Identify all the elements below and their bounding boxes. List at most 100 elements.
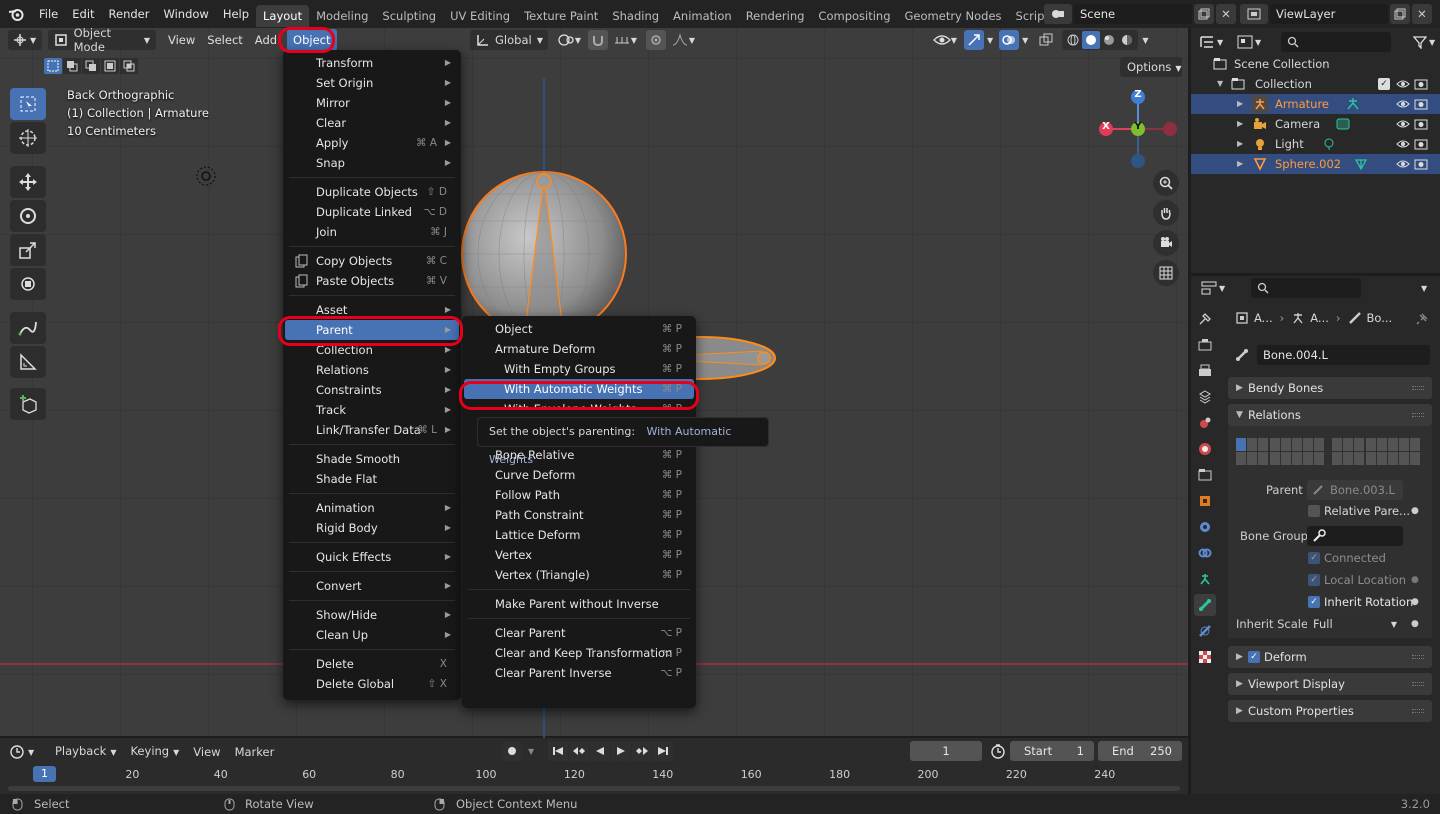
light-gizmo-icon[interactable] xyxy=(194,164,218,188)
armature-data-icon[interactable] xyxy=(1346,97,1360,111)
world-tab-icon[interactable] xyxy=(1194,438,1216,460)
parent-menu-item-vertex[interactable]: Vertex ⌘ P xyxy=(464,545,694,565)
eye-icon[interactable] xyxy=(1396,97,1410,111)
object-menu-item-duplicate-objects[interactable]: Duplicate Objects ⇧ D xyxy=(285,182,459,202)
relations-panel[interactable]: ▼ Relations xyxy=(1228,404,1432,426)
parent-menu-item-clear-parent[interactable]: Clear Parent ⌥ P xyxy=(464,623,694,643)
object-menu-item-set-origin[interactable]: Set Origin ▶ xyxy=(285,73,459,93)
bone-layer-toggle[interactable] xyxy=(1314,438,1325,451)
bone-layer-toggle[interactable] xyxy=(1258,452,1269,465)
object-menu-item-delete[interactable]: Delete X xyxy=(285,654,459,674)
parent-menu-item-with-empty-groups[interactable]: With Empty Groups ⌘ P xyxy=(464,359,694,379)
object-menu-item-link-transfer-data[interactable]: Link/Transfer Data ⌘ L ▶ xyxy=(285,420,459,440)
delete-scene-icon[interactable]: ✕ xyxy=(1216,4,1236,24)
tab-layout[interactable]: Layout xyxy=(256,5,310,27)
parent-field[interactable]: Bone.003.L xyxy=(1307,480,1403,500)
custom-properties-panel[interactable]: ▶ Custom Properties xyxy=(1228,700,1432,722)
object-tab-icon[interactable] xyxy=(1194,490,1216,512)
timeline-menu-view[interactable]: View xyxy=(186,742,227,762)
eye-icon[interactable] xyxy=(1396,117,1410,131)
bone-layer-toggle[interactable] xyxy=(1343,452,1354,465)
view-layer-icon[interactable] xyxy=(1240,4,1268,24)
pivot-point-icon[interactable]: ▼ xyxy=(554,30,584,50)
connected-checkbox[interactable]: ✓ Connected xyxy=(1308,551,1386,565)
filter-icon[interactable]: ▼ xyxy=(1413,32,1440,52)
parent-menu-item-clear-parent-inverse[interactable]: Clear Parent Inverse ⌥ P xyxy=(464,663,694,683)
outliner-editor-icon[interactable]: ▼ xyxy=(1199,32,1231,52)
render-camera-icon[interactable] xyxy=(1414,97,1428,111)
parent-menu-item-object[interactable]: Object ⌘ P xyxy=(464,319,694,339)
object-menu-item-apply[interactable]: Apply ⌘ A ▶ xyxy=(285,133,459,153)
timeline-editor-icon[interactable]: ▼ xyxy=(10,742,40,762)
light-data-icon[interactable] xyxy=(1322,137,1336,151)
bone-layers-grid-b[interactable] xyxy=(1332,438,1422,466)
select-invert-icon[interactable] xyxy=(101,58,119,74)
tab-modeling[interactable]: Modeling xyxy=(309,5,375,27)
object-menu-item-show-hide[interactable]: Show/Hide ▶ xyxy=(285,605,459,625)
object-menu-item-mirror[interactable]: Mirror ▶ xyxy=(285,93,459,113)
armature-data-tab-icon[interactable] xyxy=(1194,568,1216,590)
render-tab-icon[interactable] xyxy=(1194,334,1216,356)
texture-tab-icon[interactable] xyxy=(1194,646,1216,668)
menu-window[interactable]: Window xyxy=(156,0,215,28)
select-new-icon[interactable] xyxy=(44,58,62,74)
material-shading-icon[interactable] xyxy=(1100,31,1118,49)
expand-arrow-icon[interactable]: ▶ xyxy=(1237,114,1243,134)
pan-hand-icon[interactable] xyxy=(1153,200,1179,226)
bone-tab-icon[interactable] xyxy=(1194,594,1216,616)
menu-render[interactable]: Render xyxy=(102,0,157,28)
viewport-menu-view[interactable]: View xyxy=(162,29,201,51)
inherit-rotation-checkbox[interactable]: ✓ Inherit Rotation xyxy=(1308,595,1413,609)
bone-layer-toggle[interactable] xyxy=(1236,438,1246,451)
delete-view-layer-icon[interactable]: ✕ xyxy=(1412,4,1432,24)
display-mode-icon[interactable]: ▼ xyxy=(1237,32,1269,52)
view-layer-field[interactable]: ViewLayer xyxy=(1270,4,1388,24)
play-icon[interactable] xyxy=(611,741,632,761)
bone-group-field[interactable] xyxy=(1307,526,1403,546)
select-extend-icon[interactable] xyxy=(63,58,81,74)
view-layer-tab-icon[interactable] xyxy=(1194,386,1216,408)
object-menu-item-shade-flat[interactable]: Shade Flat xyxy=(285,469,459,489)
tab-geometry-nodes[interactable]: Geometry Nodes xyxy=(898,5,1009,27)
bone-layers-grid-a[interactable] xyxy=(1236,438,1326,466)
blender-logo-icon[interactable] xyxy=(8,0,28,28)
snap-icon[interactable] xyxy=(588,30,608,50)
timeline-scrollbar[interactable] xyxy=(8,786,1180,791)
eye-icon[interactable] xyxy=(1396,137,1410,151)
viewport-display-panel[interactable]: ▶ Viewport Display xyxy=(1228,673,1432,695)
output-tab-icon[interactable] xyxy=(1194,360,1216,382)
rendered-shading-icon[interactable] xyxy=(1118,31,1136,49)
inherit-scale-dropdown[interactable]: Full ▼ xyxy=(1307,614,1403,634)
playhead-frame-indicator[interactable]: 1 xyxy=(33,766,56,782)
object-menu-item-shade-smooth[interactable]: Shade Smooth xyxy=(285,449,459,469)
object-menu-item-animation[interactable]: Animation ▶ xyxy=(285,498,459,518)
jump-start-icon[interactable] xyxy=(548,741,569,761)
bone-layer-toggle[interactable] xyxy=(1236,452,1246,465)
overlays-toggle-icon[interactable] xyxy=(999,30,1020,50)
bone-layer-toggle[interactable] xyxy=(1388,452,1398,465)
modifier-tab-icon[interactable] xyxy=(1194,516,1216,538)
viewport-menu-select[interactable]: Select xyxy=(201,29,248,51)
expand-arrow-icon[interactable]: ▶ xyxy=(1237,154,1243,174)
outliner-item-light[interactable]: ▶ Light xyxy=(1191,134,1440,154)
bone-layer-toggle[interactable] xyxy=(1388,438,1398,451)
render-camera-icon[interactable] xyxy=(1414,137,1428,151)
bone-name-field[interactable]: Bone.004.L xyxy=(1257,345,1430,365)
start-frame-field[interactable]: Start 1 xyxy=(1010,741,1094,761)
parent-menu-item-vertex-triangle[interactable]: Vertex (Triangle) ⌘ P xyxy=(464,565,694,585)
collection-tab-icon[interactable] xyxy=(1194,464,1216,486)
bone-layer-toggle[interactable] xyxy=(1258,438,1269,451)
bone-layer-toggle[interactable] xyxy=(1292,452,1302,465)
snap-target-icon[interactable]: ▼ xyxy=(610,30,640,50)
bone-layer-toggle[interactable] xyxy=(1410,452,1421,465)
eye-icon[interactable] xyxy=(1396,157,1410,171)
object-menu-item-constraints[interactable]: Constraints ▶ xyxy=(285,380,459,400)
bone-layer-toggle[interactable] xyxy=(1303,452,1314,465)
bone-layer-toggle[interactable] xyxy=(1399,452,1410,465)
parent-menu-item-follow-path[interactable]: Follow Path ⌘ P xyxy=(464,485,694,505)
zoom-icon[interactable] xyxy=(1153,170,1179,196)
object-menu-item-duplicate-linked[interactable]: Duplicate Linked ⌥ D xyxy=(285,202,459,222)
tab-sculpting[interactable]: Sculpting xyxy=(375,5,443,27)
bone-layer-toggle[interactable] xyxy=(1399,438,1410,451)
select-box-tool-icon[interactable] xyxy=(10,88,46,120)
